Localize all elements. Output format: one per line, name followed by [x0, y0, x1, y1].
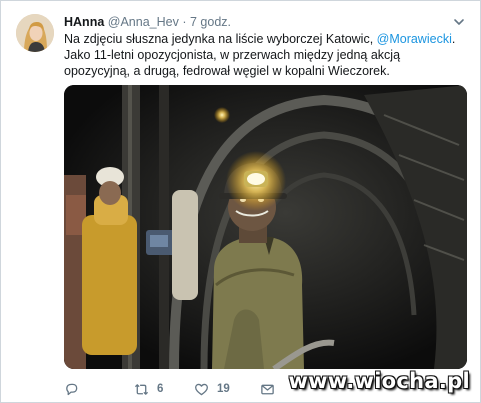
mention-link[interactable]: @Morawiecki: [377, 32, 452, 46]
avatar[interactable]: [16, 14, 54, 52]
timestamp[interactable]: 7 godz.: [190, 15, 231, 29]
author-name[interactable]: HAnna: [64, 15, 104, 29]
tweet-header: HAnna @Anna_Hev · 7 godz.: [64, 14, 231, 30]
mail-icon: [261, 384, 274, 394]
tweet-text-line-2: Jako 11-letni opozycjonista, w przerwach…: [64, 48, 401, 78]
retweet-icon: [134, 383, 149, 395]
watermark-logo: www.wiocha.pl: [288, 369, 470, 393]
dm-action[interactable]: [260, 379, 283, 399]
retweet-action[interactable]: 6: [134, 379, 163, 399]
chevron-down-icon[interactable]: [452, 15, 466, 29]
tweet-text: Na zdjęciu słuszna jedynka na liście wyb…: [64, 31, 464, 79]
tweet-text-suffix: .: [451, 32, 456, 46]
reply-action[interactable]: [64, 379, 87, 399]
reply-icon: [66, 383, 78, 395]
heart-icon: [195, 383, 208, 395]
author-handle[interactable]: @Anna_Hev: [108, 15, 179, 29]
header-separator: ·: [182, 15, 187, 29]
tweet-photo[interactable]: [64, 85, 467, 369]
tweet-text-prefix: Na zdjęciu słuszna jedynka na liście wyb…: [64, 32, 377, 46]
mine-photo-image: [64, 85, 467, 369]
like-count: 19: [217, 383, 230, 395]
avatar-image: [16, 14, 54, 52]
tweet-card: HAnna @Anna_Hev · 7 godz. Na zdjęciu słu…: [0, 0, 481, 403]
retweet-count: 6: [157, 383, 164, 395]
tweet-text-line-1: Na zdjęciu słuszna jedynka na liście wyb…: [64, 31, 464, 47]
like-action[interactable]: 19: [194, 379, 230, 399]
